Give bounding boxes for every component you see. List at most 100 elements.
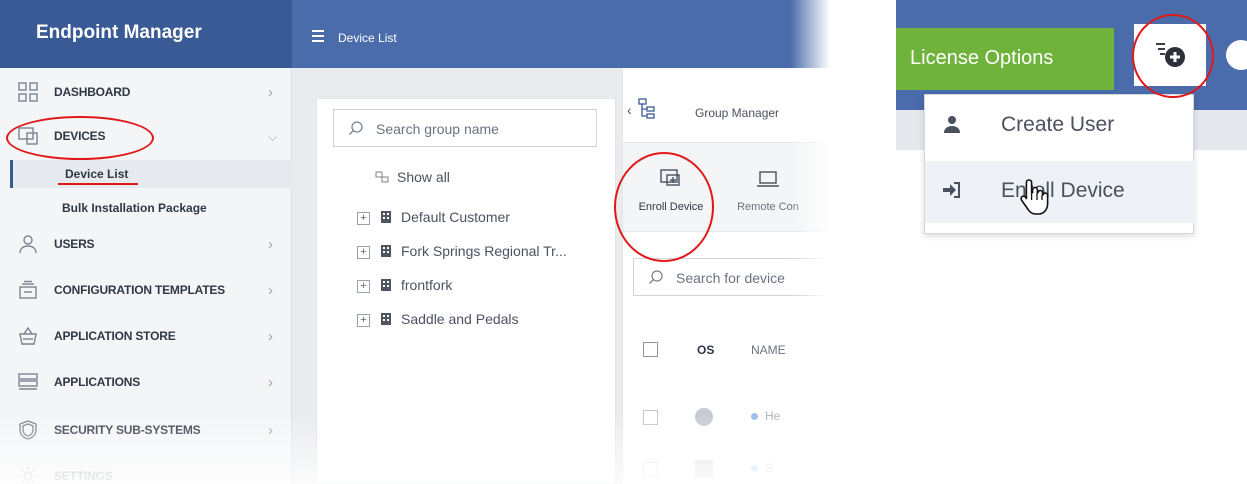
group-name: Saddle and Pedals bbox=[401, 311, 519, 327]
devices-monitor-icon bbox=[18, 127, 38, 145]
add-dropdown-menu: Create User Enroll Device bbox=[924, 94, 1195, 234]
screenshot-root: Endpoint Manager Device List DASHBOARD ›… bbox=[0, 0, 1247, 484]
shield-icon bbox=[19, 420, 37, 440]
gear-icon bbox=[19, 467, 37, 484]
brand-title: Endpoint Manager bbox=[0, 0, 292, 68]
building-icon bbox=[381, 245, 391, 257]
device-name: He bbox=[765, 409, 781, 423]
sidebar-item-label: DEVICES bbox=[54, 129, 106, 143]
select-all-checkbox[interactable] bbox=[643, 342, 658, 357]
show-all-link[interactable]: Show all bbox=[375, 169, 450, 185]
applications-icon bbox=[18, 373, 38, 390]
sidebar-subitem-label: Bulk Installation Package bbox=[62, 201, 207, 215]
dashboard-grid-icon bbox=[18, 82, 38, 102]
sidebar-item-label: SECURITY SUB-SYSTEMS bbox=[54, 423, 201, 437]
add-user-plus-icon bbox=[1156, 43, 1185, 67]
group-row[interactable]: + Default Customer bbox=[333, 209, 623, 231]
chevron-right-icon: › bbox=[268, 282, 273, 299]
device-list-underline bbox=[58, 183, 138, 185]
search-icon bbox=[649, 270, 663, 284]
sidebar-item-label: APPLICATIONS bbox=[54, 375, 141, 389]
menu-item-enroll-device[interactable]: Enroll Device bbox=[925, 161, 1195, 223]
laptop-icon bbox=[757, 171, 779, 187]
sidebar-subitem-bulk-installation[interactable]: Bulk Installation Package bbox=[10, 194, 292, 222]
building-icon bbox=[381, 279, 391, 291]
menu-item-label: Create User bbox=[1001, 113, 1115, 136]
name-column-header[interactable]: NAME bbox=[751, 343, 786, 357]
sidebar-item-dashboard[interactable]: DASHBOARD › bbox=[0, 72, 292, 112]
sidebar-item-label: APPLICATION STORE bbox=[54, 329, 176, 343]
chevron-right-icon: › bbox=[268, 328, 273, 345]
remote-control-label: Remote Con bbox=[737, 201, 799, 213]
group-row[interactable]: + Fork Springs Regional Tr... bbox=[333, 243, 623, 265]
sidebar-item-application-store[interactable]: APPLICATION STORE › bbox=[0, 316, 292, 356]
sidebar-item-users[interactable]: USERS › bbox=[0, 224, 292, 264]
add-button[interactable] bbox=[1134, 24, 1206, 86]
sidebar-item-devices[interactable]: DEVICES ⌵ bbox=[0, 116, 292, 156]
device-name: S bbox=[765, 461, 774, 475]
os-column-header[interactable]: OS bbox=[697, 343, 714, 357]
sidebar-item-label: SETTINGS bbox=[54, 469, 113, 483]
hamburger-menu-icon[interactable] bbox=[312, 30, 324, 45]
user-silhouette-icon bbox=[944, 116, 960, 133]
endpoint-manager-window: Endpoint Manager Device List DASHBOARD ›… bbox=[0, 0, 830, 484]
expand-icon[interactable]: + bbox=[357, 246, 370, 259]
store-basket-icon bbox=[19, 326, 37, 345]
user-icon bbox=[19, 235, 37, 254]
enroll-device-label: Enroll Device bbox=[638, 201, 704, 213]
chevron-right-icon: › bbox=[268, 374, 273, 391]
sidebar-item-security-sub-systems[interactable]: SECURITY SUB-SYSTEMS › bbox=[0, 410, 292, 450]
group-search-input[interactable]: Search group name bbox=[333, 109, 597, 147]
chevron-right-icon: › bbox=[268, 422, 273, 439]
os-logo-icon bbox=[695, 408, 713, 426]
group-name: Default Customer bbox=[401, 209, 510, 225]
expand-icon[interactable]: + bbox=[357, 314, 370, 327]
group-management-header: ‹ Group Manager bbox=[623, 92, 830, 130]
row-checkbox[interactable] bbox=[643, 410, 658, 425]
show-all-label: Show all bbox=[397, 169, 450, 185]
device-toolbar: Enroll Device Remote Con bbox=[623, 142, 830, 232]
sidebar-item-settings[interactable]: SETTINGS bbox=[0, 456, 292, 484]
sidebar-item-applications[interactable]: APPLICATIONS › bbox=[0, 362, 292, 402]
license-options-button[interactable]: License Options bbox=[896, 28, 1114, 90]
sidebar-subitem-device-list[interactable]: Device List bbox=[10, 160, 292, 188]
group-search-placeholder: Search group name bbox=[376, 121, 499, 137]
search-icon bbox=[349, 121, 363, 135]
device-panel: ‹ Group Manager Enroll Device Remote Con… bbox=[622, 68, 830, 484]
device-search-input[interactable]: Search for device bbox=[633, 258, 829, 296]
status-dot bbox=[751, 413, 758, 420]
device-table-header: OS NAME bbox=[623, 326, 830, 374]
show-all-icon bbox=[375, 171, 389, 183]
menu-item-create-user[interactable]: Create User bbox=[925, 95, 1195, 157]
os-logo-icon bbox=[695, 460, 713, 478]
expand-icon[interactable]: + bbox=[357, 280, 370, 293]
table-row[interactable]: S bbox=[623, 450, 830, 484]
chevron-down-icon: ⌵ bbox=[268, 130, 278, 144]
sidebar: DASHBOARD › DEVICES ⌵ Device List Bulk I… bbox=[0, 68, 292, 484]
chevron-right-icon: › bbox=[268, 84, 273, 101]
sidebar-subitem-label: Device List bbox=[65, 167, 129, 181]
group-tree: Search group name Show all + Default Cus… bbox=[316, 98, 616, 484]
sign-in-arrow-icon bbox=[943, 182, 960, 198]
enroll-device-button[interactable]: Enroll Device bbox=[633, 169, 709, 213]
device-search-placeholder: Search for device bbox=[676, 270, 785, 286]
sidebar-item-label: CONFIGURATION TEMPLATES bbox=[54, 283, 225, 297]
row-checkbox[interactable] bbox=[643, 462, 658, 477]
add-menu-inset: License Options Create User Enroll Devic… bbox=[896, 0, 1247, 260]
group-name: frontfork bbox=[401, 277, 453, 293]
page-title: Device List bbox=[338, 31, 397, 45]
group-row[interactable]: + frontfork bbox=[333, 277, 623, 299]
sidebar-item-configuration-templates[interactable]: CONFIGURATION TEMPLATES › bbox=[0, 270, 292, 310]
top-header: Device List bbox=[292, 0, 830, 68]
group-management-label: Group Manager bbox=[695, 106, 780, 120]
table-row[interactable]: He bbox=[623, 398, 830, 438]
building-icon bbox=[381, 313, 391, 325]
sidebar-item-label: USERS bbox=[54, 237, 95, 251]
group-tree-icon[interactable] bbox=[637, 98, 657, 120]
building-icon bbox=[381, 211, 391, 223]
expand-icon[interactable]: + bbox=[357, 212, 370, 225]
remote-control-button[interactable]: Remote Con bbox=[723, 169, 813, 213]
group-row[interactable]: + Saddle and Pedals bbox=[333, 311, 623, 333]
chevron-left-icon[interactable]: ‹ bbox=[627, 102, 632, 118]
sidebar-item-label: DASHBOARD bbox=[54, 85, 131, 99]
